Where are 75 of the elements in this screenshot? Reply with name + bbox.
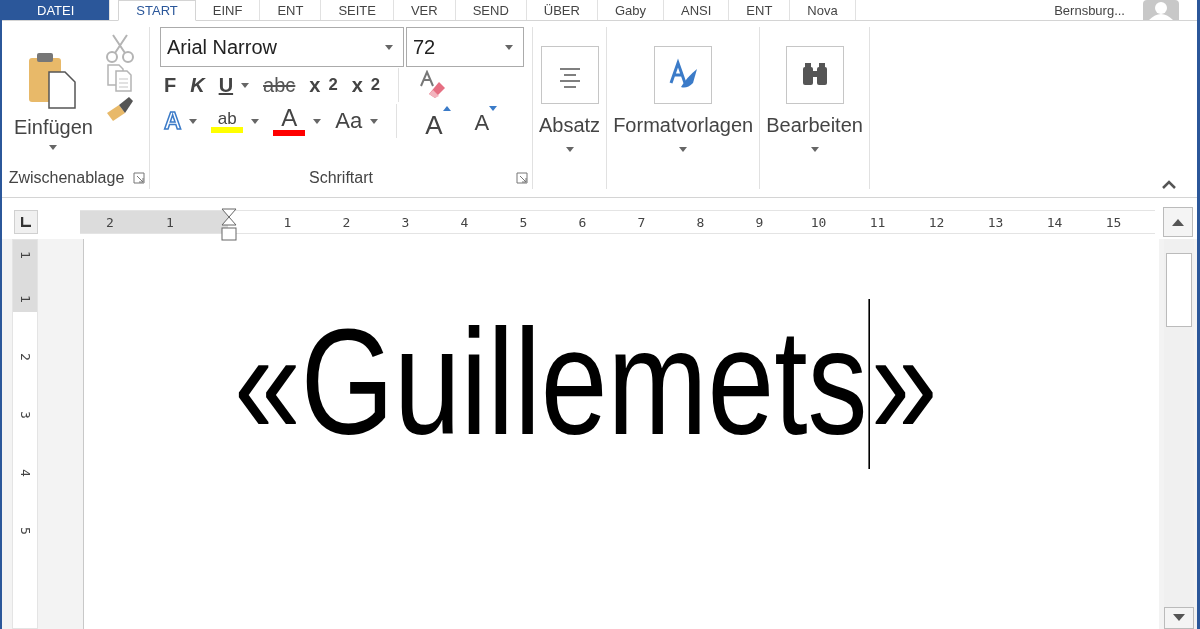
ruler-number: 1 <box>165 214 175 230</box>
ruler-number: 2 <box>341 214 352 230</box>
font-name-field[interactable]: Arial Narrow <box>159 27 404 67</box>
indent-marker-icon[interactable] <box>220 208 238 242</box>
caret-icon <box>565 147 574 152</box>
chevron-up-icon <box>1161 179 1177 189</box>
eraser-icon <box>417 70 448 100</box>
ruler-number: 10 <box>809 214 828 230</box>
ruler-number: 7 <box>636 214 647 230</box>
up-triangle-icon <box>442 106 451 111</box>
copy-icon <box>104 63 135 93</box>
ruler-number: 4 <box>18 469 32 477</box>
ruler-number: 13 <box>986 214 1005 230</box>
caret-icon <box>251 118 260 124</box>
scroll-down-button[interactable] <box>1164 607 1194 629</box>
strikethrough-button[interactable]: abc <box>259 70 300 100</box>
scissors-icon <box>104 33 135 63</box>
account-name[interactable]: Bernsburg... <box>1042 0 1137 20</box>
document-text: «Guillemets» <box>234 299 938 469</box>
bold-button[interactable]: F <box>159 70 181 100</box>
ruler-number: 5 <box>518 214 529 230</box>
caret-icon <box>810 147 819 152</box>
ruler-number: 6 <box>577 214 588 230</box>
ribbon-tab[interactable]: START <box>118 0 196 21</box>
font-size-field[interactable]: 72 <box>405 27 524 67</box>
up-arrow-icon <box>1172 218 1184 226</box>
ruler-number: 1 <box>282 214 293 230</box>
ribbon-button[interactable]: Absatz <box>532 27 607 167</box>
caret-icon <box>370 118 379 124</box>
ruler-number: 1 <box>18 295 32 303</box>
change-case-button[interactable]: Aa <box>331 106 383 136</box>
ruler-number: 3 <box>400 214 411 230</box>
paste-button[interactable]: Einfügen <box>8 27 99 167</box>
launcher-icon <box>132 172 145 184</box>
caret-icon <box>679 147 688 152</box>
tab-stop-selector[interactable] <box>14 210 38 234</box>
ruler-number: 15 <box>1104 214 1123 230</box>
dialog-launcher[interactable] <box>515 172 528 184</box>
ruler-number: 11 <box>868 214 887 230</box>
collapse-ribbon-button[interactable] <box>1161 179 1177 189</box>
ribbon-button[interactable]: Bearbeiten <box>760 27 869 167</box>
caret-icon <box>504 44 513 50</box>
ruler-number: 8 <box>695 214 706 230</box>
italic-button[interactable]: K <box>186 70 209 100</box>
file-tab[interactable]: DATEI <box>2 0 111 20</box>
shrink-font-button[interactable]: A <box>470 106 502 136</box>
ribbon-button[interactable]: Formatvorlagen <box>607 27 760 167</box>
down-arrow-icon <box>1173 614 1185 622</box>
underline-button[interactable]: U <box>214 70 254 100</box>
caret-icon <box>313 118 322 124</box>
caret-icon <box>384 44 393 50</box>
ruler-number: 1 <box>18 251 32 259</box>
group-label: Schriftart <box>308 169 373 187</box>
launcher-icon <box>515 172 528 184</box>
scroll-up-button[interactable] <box>1163 207 1193 237</box>
ruler-number: 2 <box>18 353 32 361</box>
ruler-number: 3 <box>18 411 32 419</box>
down-triangle-icon <box>489 106 498 111</box>
ruler-number: 12 <box>927 214 946 230</box>
dialog-launcher[interactable] <box>132 172 145 184</box>
ruler-number: 4 <box>459 214 470 230</box>
ruler-number: 2 <box>105 214 115 230</box>
highlight-button[interactable]: ab <box>207 106 264 136</box>
caret-icon <box>189 118 198 124</box>
tab-stop-icon <box>21 217 31 227</box>
text-effects-button[interactable]: A <box>159 106 202 136</box>
ruler-number: 5 <box>18 527 32 535</box>
caret-icon <box>49 145 58 150</box>
font-color-button[interactable]: A <box>269 106 326 136</box>
ruler-number: 14 <box>1045 214 1064 230</box>
ruler-number: 9 <box>754 214 765 230</box>
caret-icon <box>241 82 250 88</box>
scrollbar-thumb[interactable] <box>1166 253 1192 327</box>
group-label: Zwischenablage <box>8 169 125 187</box>
grow-font-button[interactable]: A <box>421 106 455 136</box>
